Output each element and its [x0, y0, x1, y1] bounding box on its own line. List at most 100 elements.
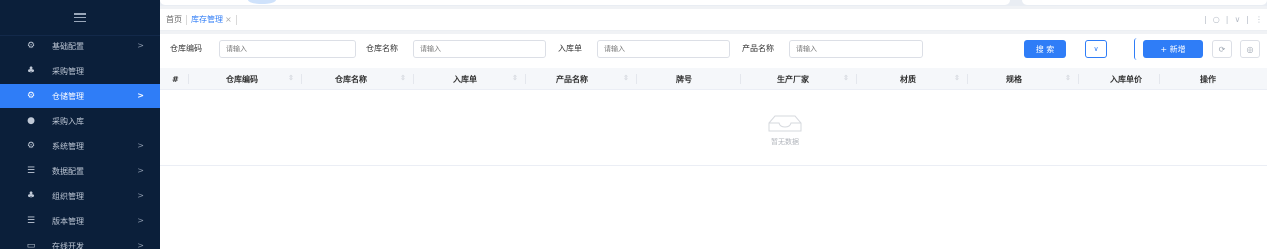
more-icon[interactable]: ⋮	[1255, 15, 1263, 24]
sidebar: ⚙ 基础配置 > ♣ 采购管理 ⚙ 仓储管理 > ● 采购入库 ⚙ 系统管理 >…	[0, 0, 160, 249]
chevron-right-icon: >	[137, 241, 144, 249]
column-divider	[188, 74, 189, 84]
sidebar-item-online-dev[interactable]: ▭ 在线开发 >	[0, 234, 160, 249]
column-header-grade: 牌号	[676, 74, 692, 84]
sidebar-header	[0, 0, 160, 36]
sort-icon[interactable]: ⇳	[623, 74, 629, 82]
monitor-icon: ▭	[26, 240, 36, 249]
product-name-input[interactable]	[789, 40, 923, 58]
refresh-button[interactable]: ⟳	[1212, 40, 1232, 58]
list-icon: ☰	[26, 165, 36, 176]
column-divider	[525, 74, 526, 84]
column-divider	[967, 74, 968, 84]
empty-text: 暂无数据	[771, 138, 799, 146]
inbound-order-input[interactable]	[597, 40, 730, 58]
view-button[interactable]: ◎	[1240, 40, 1260, 58]
column-divider	[636, 74, 637, 84]
warehouse-code-input[interactable]	[219, 40, 356, 58]
sidebar-item-purchase[interactable]: ♣ 采购管理	[0, 59, 160, 83]
gear-icon: ⚙	[26, 40, 36, 51]
chevron-right-icon: >	[137, 91, 144, 100]
sidebar-item-data-config[interactable]: ☰ 数据配置 >	[0, 159, 160, 183]
tab-bar: 首页 库存管理 × | ○ | ∨ | ⋮	[160, 9, 1267, 31]
column-header-actions: 操作	[1200, 74, 1216, 84]
table-header: # 仓库编码 ⇳ 仓库名称 ⇳ 入库单 ⇳ 产品名称 ⇳ 牌号 生产厂家 ⇳ 材…	[160, 68, 1267, 90]
header-panel-right	[1022, 0, 1267, 5]
action-group-border	[1134, 38, 1137, 60]
chevron-right-icon: >	[137, 216, 144, 225]
eye-icon: ◎	[1246, 44, 1254, 54]
column-header-warehouse-code[interactable]: 仓库编码	[226, 68, 258, 90]
column-header-material[interactable]: 材质	[900, 68, 916, 90]
sort-icon[interactable]: ⇳	[288, 74, 294, 82]
sidebar-item-label: 仓储管理	[52, 91, 84, 101]
sidebar-item-basic-config[interactable]: ⚙ 基础配置 >	[0, 34, 160, 58]
search-button[interactable]: 搜 索	[1024, 40, 1066, 58]
tab-home[interactable]: 首页	[166, 9, 182, 31]
column-header-index: #	[172, 74, 179, 84]
close-icon[interactable]: ×	[225, 15, 232, 24]
sidebar-item-warehouse[interactable]: ⚙ 仓储管理 >	[0, 84, 160, 108]
warehouse-name-input[interactable]	[413, 40, 546, 58]
chevron-down-icon: ∨	[1093, 45, 1099, 53]
chevron-down-icon[interactable]: ∨	[1234, 15, 1240, 24]
column-divider	[740, 74, 741, 84]
top-header-strip	[160, 0, 1267, 6]
chevron-right-icon: >	[137, 166, 144, 175]
column-divider	[856, 74, 857, 84]
tab-divider	[235, 14, 237, 25]
sidebar-item-version[interactable]: ☰ 版本管理 >	[0, 209, 160, 233]
sort-icon[interactable]: ⇳	[400, 74, 406, 82]
header-panel	[160, 0, 1010, 5]
search-form: 仓库编码 仓库名称 入库单 产品名称 搜 索 ∨ + 新增 ⟳ ◎	[160, 34, 1267, 64]
org-tree-icon: ♣	[26, 190, 36, 201]
empty-inbox-icon	[768, 115, 802, 132]
chevron-right-icon: >	[137, 191, 144, 200]
column-header-manufacturer[interactable]: 生产厂家	[777, 68, 809, 90]
refresh-icon: ⟳	[1218, 44, 1226, 54]
main-card: 仓库编码 仓库名称 入库单 产品名称 搜 索 ∨ + 新增 ⟳ ◎ #	[160, 34, 1267, 249]
column-header-product-name[interactable]: 产品名称	[556, 68, 588, 90]
gear-icon: ⚙	[26, 90, 36, 101]
tool-divider: |	[1246, 15, 1249, 24]
column-header-warehouse-name[interactable]: 仓库名称	[335, 68, 367, 90]
tool-divider: |	[1225, 15, 1229, 24]
column-header-inbound-order[interactable]: 入库单	[453, 68, 477, 90]
sort-icon[interactable]: ⇳	[843, 74, 849, 82]
sidebar-item-organization[interactable]: ♣ 组织管理 >	[0, 184, 160, 208]
sidebar-item-label: 组织管理	[52, 191, 84, 201]
column-divider	[1078, 74, 1079, 84]
column-header-unit-price: 入库单价	[1110, 74, 1142, 84]
org-tree-icon: ♣	[26, 65, 36, 76]
app-root: ⚙ 基础配置 > ♣ 采购管理 ⚙ 仓储管理 > ● 采购入库 ⚙ 系统管理 >…	[0, 0, 1267, 249]
sidebar-item-label: 数据配置	[52, 166, 84, 176]
column-header-spec[interactable]: 规格	[1006, 68, 1022, 90]
user-circle-icon: ●	[27, 115, 35, 126]
sort-icon[interactable]: ⇳	[512, 74, 518, 82]
sidebar-item-system[interactable]: ⚙ 系统管理 >	[0, 134, 160, 158]
tool-divider: |	[1204, 15, 1207, 24]
tab-inventory[interactable]: 库存管理 ×	[191, 9, 232, 31]
add-button[interactable]: + 新增	[1143, 40, 1203, 58]
column-divider	[413, 74, 414, 84]
gear-icon: ⚙	[26, 140, 36, 151]
expand-filters-button[interactable]: ∨	[1085, 40, 1107, 58]
column-divider	[1159, 74, 1160, 84]
tab-inventory-label: 库存管理	[191, 15, 223, 24]
menu-toggle-icon[interactable]	[74, 13, 86, 22]
empty-state: 暂无数据	[160, 91, 1267, 166]
column-divider	[301, 74, 302, 84]
sidebar-item-label: 在线开发	[52, 241, 84, 249]
refresh-icon[interactable]: ○	[1213, 15, 1220, 24]
sort-icon[interactable]: ⇳	[1065, 74, 1071, 82]
sort-icon[interactable]: ⇳	[954, 74, 960, 82]
warehouse-code-label: 仓库编码	[170, 44, 202, 53]
chevron-right-icon: >	[137, 41, 144, 50]
sidebar-item-purchase-inbound[interactable]: ● 采购入库	[0, 109, 160, 133]
product-name-label: 产品名称	[742, 44, 774, 53]
chevron-right-icon: >	[137, 141, 144, 150]
tab-divider	[186, 14, 187, 25]
sidebar-item-label: 版本管理	[52, 216, 84, 226]
inbound-order-label: 入库单	[558, 44, 582, 53]
sidebar-item-label: 采购管理	[52, 66, 84, 76]
